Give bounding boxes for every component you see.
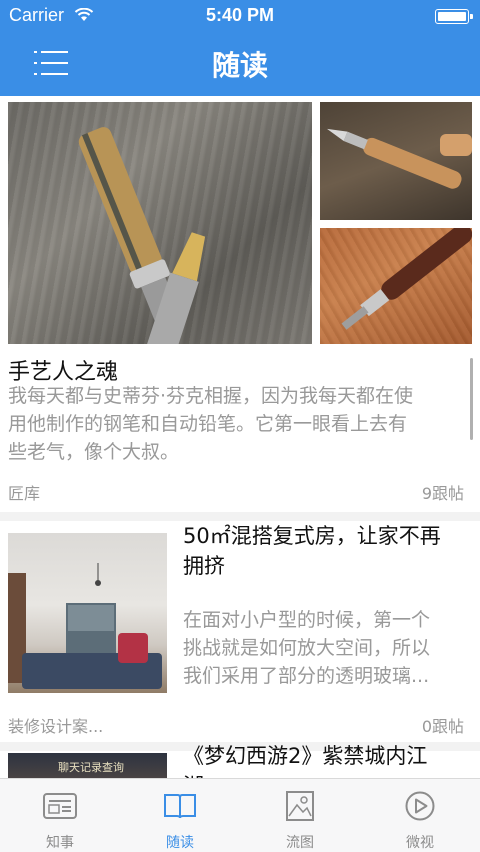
article-title[interactable]: 50㎡混搭复式房，让家不再 拥挤 [183, 521, 468, 581]
picture-icon [286, 791, 314, 821]
battery-icon [435, 9, 473, 24]
nav-bar: 随读 [0, 32, 480, 96]
featured-excerpt: 我每天都与史蒂芬·芬克相握，因为我每天都在使 用他制作的钢笔和自动铅笔。它第一眼… [8, 385, 414, 463]
tab-liutu[interactable]: 流图 [240, 779, 360, 852]
game-thumbnail: 聊天记录查询 [8, 753, 167, 778]
tab-suidu[interactable]: 随读 [120, 779, 240, 852]
clock: 5:40 PM [205, 5, 275, 25]
pen-image-bottom [320, 228, 472, 344]
news-icon [43, 793, 77, 819]
play-icon [405, 791, 435, 821]
scrollbar[interactable] [470, 358, 473, 440]
article-title[interactable]: 《梦幻西游2》紫禁城内江 湖 [183, 741, 468, 778]
tab-weishi[interactable]: 微视 [360, 779, 480, 852]
tab-bar: 知事 随读 流图 微视 [0, 778, 480, 852]
fountain-pen-illustration [78, 127, 206, 344]
tab-zhishi[interactable]: 知事 [0, 779, 120, 852]
article-source: 装修设计案... [8, 717, 104, 736]
pen-hero-image [8, 102, 312, 344]
book-icon [164, 794, 196, 819]
feed[interactable]: 手艺人之魂 我每天都与史蒂芬·芬克相握，因为我每天都在使 用他制作的钢笔和自动铅… [0, 96, 480, 778]
divider [0, 512, 480, 521]
page-title: 随读 [211, 49, 268, 82]
article-replies: 0跟帖 [421, 717, 464, 736]
article-excerpt: 在面对小户型的时候，第一个 挑战就是如何放大空间，所以 我们采用了部分的透明玻璃… [183, 609, 431, 687]
featured-replies: 9跟帖 [421, 484, 464, 503]
featured-source: 匠库 [8, 484, 41, 503]
status-bar: Carrier 5:40 PM [0, 0, 480, 32]
pen-image-top [320, 102, 472, 220]
apartment-thumbnail [8, 533, 167, 693]
